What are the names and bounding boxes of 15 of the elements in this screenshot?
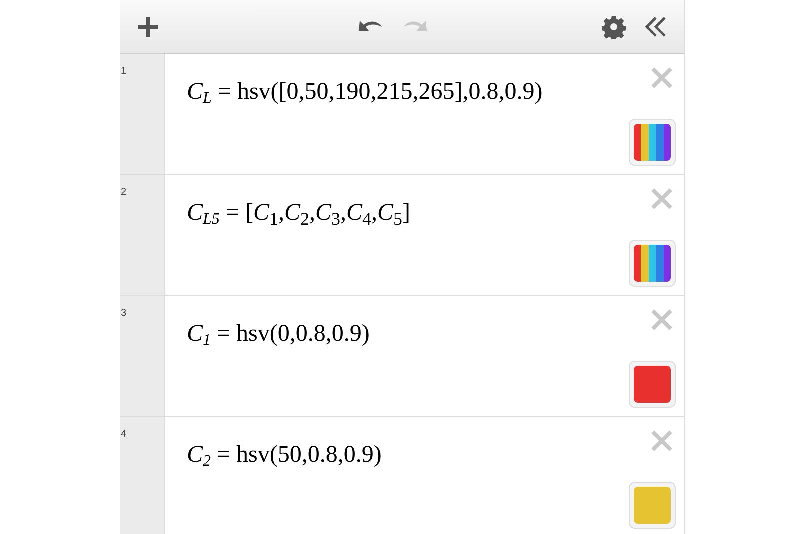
add-icon[interactable] bbox=[136, 14, 160, 38]
line-number: 1 bbox=[121, 66, 127, 77]
color-swatch[interactable] bbox=[629, 482, 676, 529]
color-swatch[interactable] bbox=[629, 119, 676, 166]
color-swatch[interactable] bbox=[629, 361, 676, 408]
color-swatch[interactable] bbox=[629, 240, 676, 287]
expression[interactable]: C$_{2}$ = hsv(50,0.8,0.9) bbox=[187, 437, 382, 473]
line-number: 4 bbox=[121, 429, 127, 440]
expression[interactable]: C$_{1}$ = hsv(0,0.8,0.9) bbox=[187, 316, 370, 352]
line-number: 3 bbox=[121, 308, 127, 319]
expression[interactable]: C$_{L}$ = hsv([0,50,190,215,265],0.8,0.9) bbox=[187, 74, 543, 110]
collapse-icon[interactable] bbox=[644, 14, 668, 38]
line-number: 2 bbox=[121, 187, 127, 198]
settings-icon[interactable] bbox=[602, 14, 626, 38]
expression[interactable]: C$_{L5}$ = [C$_{1}$,C$_{2}$,C$_{3}$,C$_{4}$,C$_{5}$] bbox=[187, 195, 411, 231]
